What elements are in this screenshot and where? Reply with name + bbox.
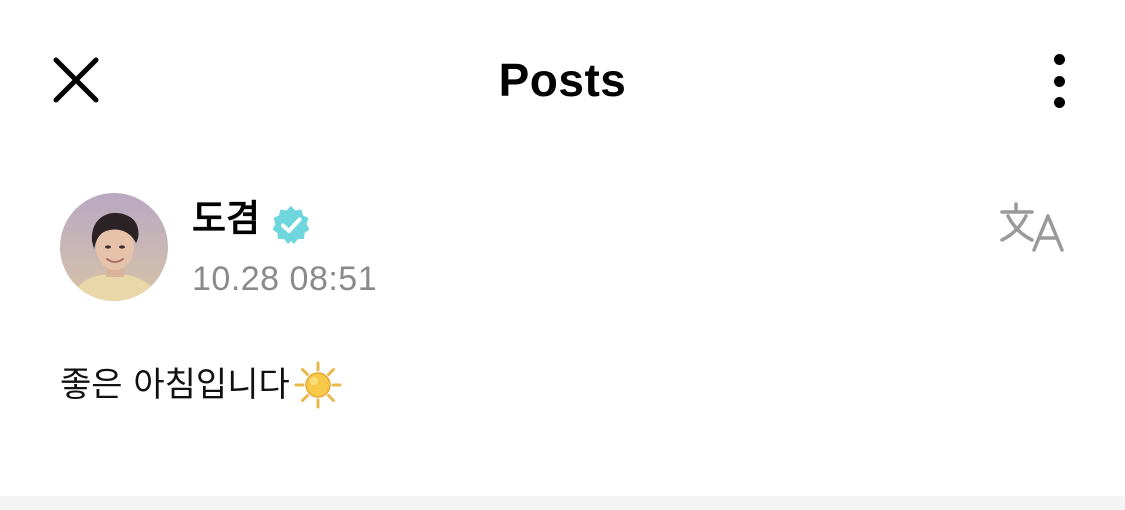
avatar[interactable] <box>60 193 168 301</box>
more-vertical-icon-dot <box>1053 97 1065 108</box>
more-vertical-icon-dot <box>1053 75 1065 87</box>
more-vertical-icon <box>1053 54 1065 65</box>
more-options-button[interactable] <box>1034 48 1084 114</box>
page-title: Posts <box>498 54 627 106</box>
verified-badge-icon <box>272 206 310 244</box>
post-detail-screen: Posts 도겸 10.28 08:51 좋은 아침입니다 <box>0 0 1125 510</box>
section-divider <box>0 496 1125 510</box>
sun-icon <box>294 361 342 409</box>
post-timestamp: 10.28 08:51 <box>192 260 378 298</box>
header-bar: Posts <box>0 0 1125 160</box>
avatar-image <box>60 193 168 301</box>
post-text: 좋은 아침입니다 <box>60 365 290 405</box>
author-name[interactable]: 도겸 <box>192 196 260 242</box>
translate-icon <box>1000 202 1064 252</box>
post-content: 좋은 아침입니다 <box>60 360 342 410</box>
translate-button[interactable] <box>996 198 1070 258</box>
